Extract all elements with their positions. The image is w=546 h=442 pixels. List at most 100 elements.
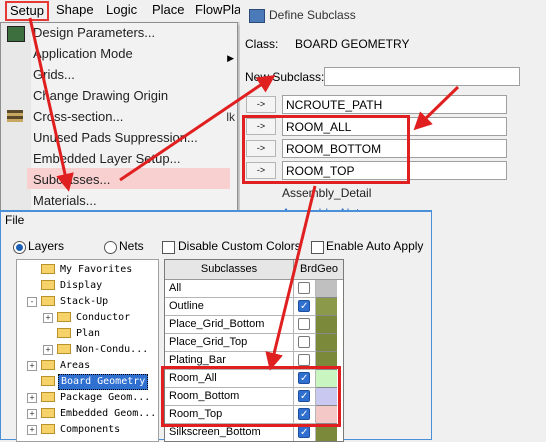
menu-item-design-parameters[interactable]: Design Parameters... — [33, 24, 155, 42]
visibility-checkbox[interactable] — [298, 424, 310, 441]
menu-logic[interactable]: Logic — [104, 2, 139, 18]
color-swatch[interactable] — [316, 280, 337, 298]
grid-row-name[interactable]: Outline — [165, 298, 294, 316]
subclass-grid: Subclasses BrdGeo AllOutlinePlace_Grid_B… — [164, 259, 344, 442]
folder-icon — [41, 264, 55, 274]
column-header-subclasses[interactable]: Subclasses — [165, 260, 294, 280]
subclass-list-text: Assembly_Detail — [282, 186, 372, 200]
expand-icon[interactable]: + — [27, 409, 37, 419]
visibility-checkbox[interactable] — [298, 406, 310, 423]
grid-row-name[interactable]: Room_All — [165, 370, 294, 388]
grid-row-name[interactable]: Room_Bottom — [165, 388, 294, 406]
grid-check-cell — [294, 298, 316, 316]
disable-colors-checkbox[interactable] — [162, 241, 175, 254]
auto-apply-checkbox[interactable] — [311, 241, 324, 254]
edit-subclass-button[interactable]: -> — [246, 140, 276, 157]
color-swatch[interactable] — [316, 370, 337, 388]
menu-setup[interactable]: Setup — [5, 1, 49, 21]
menu-flowplan[interactable]: FlowPla — [193, 2, 243, 18]
visibility-checkbox[interactable] — [298, 370, 310, 387]
folder-icon — [41, 280, 55, 290]
expand-icon[interactable]: + — [27, 393, 37, 403]
menu-place[interactable]: Place — [150, 2, 187, 18]
grid-check-cell — [294, 406, 316, 424]
folder-icon — [41, 408, 55, 418]
app-icon — [249, 9, 265, 23]
color-swatch[interactable] — [316, 316, 337, 334]
cross-section-icon — [7, 110, 23, 122]
design-parameters-icon — [7, 26, 25, 42]
folder-icon — [57, 312, 71, 322]
expand-icon[interactable]: + — [27, 425, 37, 435]
grid-check-cell — [294, 388, 316, 406]
folder-icon — [41, 376, 55, 386]
visibility-checkbox[interactable] — [298, 318, 310, 330]
grid-check-cell — [294, 334, 316, 352]
new-subclass-input[interactable] — [324, 67, 520, 86]
submenu-arrow-icon: ▶ — [227, 53, 234, 63]
nets-label: Nets — [119, 239, 144, 253]
layer-tree: My Favorites Display - Stack-Up + Conducto… — [16, 259, 159, 442]
color-swatch[interactable] — [316, 334, 337, 352]
grid-check-cell — [294, 352, 316, 370]
grid-row-name[interactable]: All — [165, 280, 294, 298]
visibility-checkbox[interactable] — [298, 298, 310, 315]
menu-item-change-drawing-origin[interactable]: Change Drawing Origin — [33, 87, 168, 105]
collapse-icon[interactable]: - — [27, 297, 37, 307]
menu-bar: Setup Shape Logic Place FlowPla — [0, 0, 243, 23]
grid-row-name[interactable]: Place_Grid_Bottom — [165, 316, 294, 334]
shortcut-text: lk — [226, 110, 235, 124]
folder-icon — [41, 296, 55, 306]
menu-item-application-mode[interactable]: Application Mode ▶ — [33, 45, 234, 63]
visibility-checkbox[interactable] — [298, 282, 310, 294]
folder-icon — [41, 392, 55, 402]
subclass-field[interactable]: ROOM_ALL — [282, 117, 507, 136]
visibility-checkbox[interactable] — [298, 354, 310, 366]
edit-subclass-button[interactable]: -> — [246, 162, 276, 179]
define-subclass-body: Class: BOARD GEOMETRY New Subclass: -> N… — [240, 30, 546, 220]
color-swatch[interactable] — [316, 424, 337, 441]
expand-icon[interactable]: + — [43, 345, 53, 355]
panel-title: File — [5, 213, 25, 227]
folder-icon — [41, 360, 55, 370]
menu-shape[interactable]: Shape — [54, 2, 96, 18]
grid-row-name[interactable]: Room_Top — [165, 406, 294, 424]
expand-icon[interactable]: + — [27, 361, 37, 371]
grid-row-name[interactable]: Place_Grid_Top — [165, 334, 294, 352]
menu-item-materials[interactable]: Materials... — [33, 192, 97, 210]
new-subclass-label: New Subclass: — [245, 70, 325, 84]
folder-icon — [57, 328, 71, 338]
expand-icon[interactable]: + — [43, 313, 53, 323]
visibility-checkbox[interactable] — [298, 336, 310, 348]
subclass-field[interactable]: ROOM_BOTTOM — [282, 139, 507, 158]
menu-item-embedded-layer-setup[interactable]: Embedded Layer Setup... — [33, 150, 180, 168]
color-swatch[interactable] — [316, 388, 337, 406]
menu-item-grids[interactable]: Grids... — [33, 66, 75, 84]
folder-icon — [57, 344, 71, 354]
file-panel: File Layers Nets Disable Custom Colors E… — [0, 210, 432, 442]
subclass-field[interactable]: NCROUTE_PATH — [282, 95, 507, 114]
color-swatch[interactable] — [316, 298, 337, 316]
grid-check-cell — [294, 280, 316, 298]
folder-icon — [41, 424, 55, 434]
nets-radio[interactable] — [104, 241, 117, 254]
grid-check-cell — [294, 424, 316, 441]
subclass-field[interactable]: ROOM_TOP — [282, 161, 507, 180]
menu-item-unused-pads[interactable]: Unused Pads Suppression... — [33, 129, 198, 147]
visibility-checkbox[interactable] — [298, 388, 310, 405]
column-header-brdgeo[interactable]: BrdGeo — [294, 260, 343, 280]
layers-label: Layers — [28, 239, 65, 253]
grid-check-cell — [294, 316, 316, 334]
menu-item-subclasses[interactable]: Subclasses... — [33, 171, 110, 189]
grid-row-name[interactable]: Silkscreen_Bottom — [165, 424, 294, 441]
layers-radio[interactable] — [13, 241, 26, 254]
edit-subclass-button[interactable]: -> — [246, 96, 276, 113]
grid-row-name[interactable]: Plating_Bar — [165, 352, 294, 370]
color-swatch[interactable] — [316, 406, 337, 424]
edit-subclass-button[interactable]: -> — [246, 118, 276, 135]
menu-item-cross-section[interactable]: Cross-section... lk — [33, 108, 235, 126]
grid-check-cell — [294, 370, 316, 388]
class-value: BOARD GEOMETRY — [295, 37, 410, 51]
color-swatch[interactable] — [316, 352, 337, 370]
auto-apply-label: Enable Auto Apply — [326, 239, 424, 253]
